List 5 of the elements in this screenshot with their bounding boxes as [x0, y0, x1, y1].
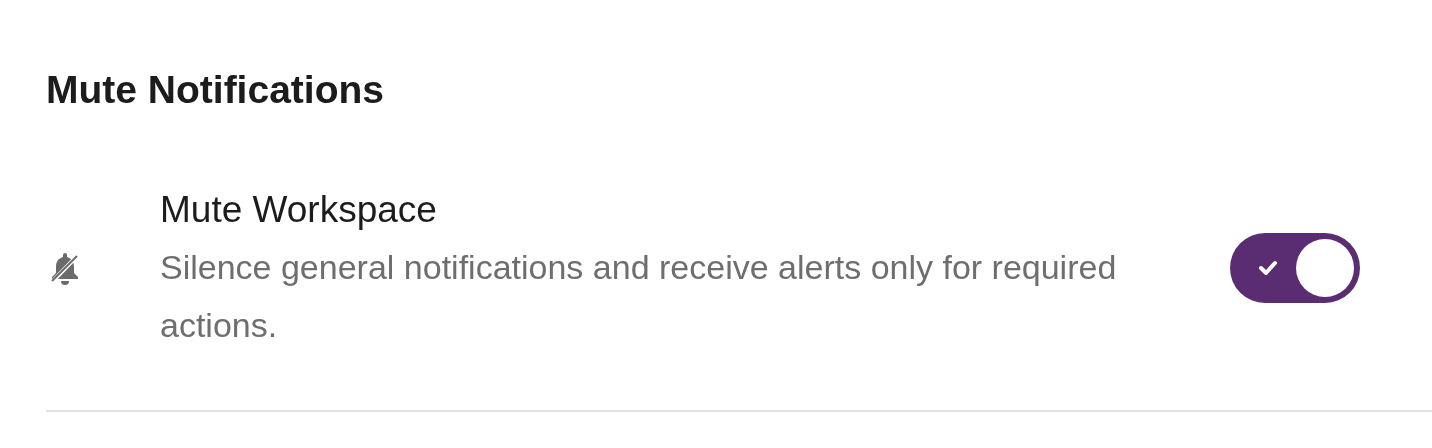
setting-title: Mute Workspace — [160, 188, 438, 232]
muted-bell-icon — [50, 251, 80, 285]
section-title: Mute Notifications — [46, 67, 385, 113]
setting-description: Silence general notifications and receive alerts only for required actions. — [160, 247, 1118, 346]
check-icon — [1258, 260, 1278, 276]
